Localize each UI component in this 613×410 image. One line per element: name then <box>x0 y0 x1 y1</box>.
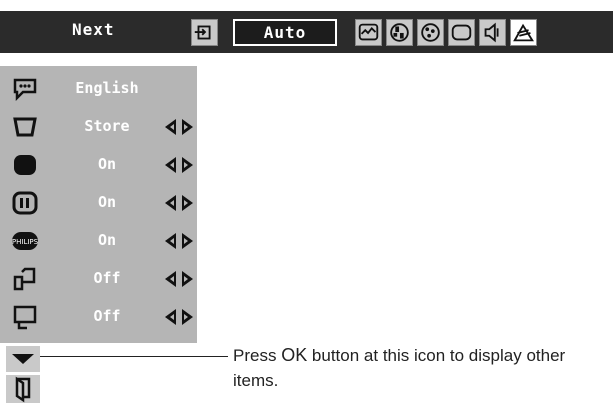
door-button[interactable] <box>6 375 40 403</box>
callout-text: Press OK button at this icon to display … <box>233 343 611 393</box>
sound-icon[interactable] <box>479 19 506 46</box>
left-right-arrow-icon[interactable] <box>164 118 194 136</box>
menu-row-ceiling[interactable]: Off <box>0 260 197 298</box>
keystone-value: Store <box>84 117 130 135</box>
left-right-arrow-icon[interactable] <box>164 194 194 212</box>
blue-back-icon <box>11 152 39 178</box>
callout-ok-key: OK <box>281 345 308 365</box>
left-right-arrow-icon[interactable] <box>164 270 194 288</box>
color-icon[interactable] <box>386 19 413 46</box>
left-right-arrow-icon[interactable] <box>164 308 194 326</box>
menu-row-rear[interactable]: Off <box>0 298 197 336</box>
down-triangle-icon <box>12 354 34 364</box>
callout-leader-line <box>40 356 228 357</box>
keystone-icon <box>11 114 39 140</box>
display-value: On <box>97 193 117 211</box>
setting-menu-panel: English Store On On PHILIPS On Off Off <box>0 66 197 343</box>
language-icon <box>11 76 39 102</box>
menu-row-logo[interactable]: PHILIPS On <box>0 222 197 260</box>
blue-back-value: On <box>97 155 117 173</box>
image-adjust-icon[interactable] <box>355 19 382 46</box>
ceiling-value: Off <box>93 269 121 287</box>
rear-icon <box>11 304 39 330</box>
enter-icon[interactable] <box>191 19 218 46</box>
screen-size-icon[interactable] <box>417 19 444 46</box>
menu-row-language[interactable]: English <box>0 70 197 108</box>
logo-value: On <box>97 231 117 249</box>
left-right-arrow-icon[interactable] <box>164 232 194 250</box>
logo-icon: PHILIPS <box>11 228 39 254</box>
left-right-arrow-icon[interactable] <box>164 156 194 174</box>
scroll-down-button[interactable] <box>6 346 40 372</box>
next-label[interactable]: Next <box>72 20 115 39</box>
language-value: English <box>75 79 139 97</box>
callout-text-before: Press <box>233 346 282 365</box>
svg-text:PHILIPS: PHILIPS <box>12 238 39 246</box>
rear-value: Off <box>93 307 121 325</box>
setting-icon[interactable] <box>510 19 537 46</box>
screen-icon[interactable] <box>448 19 475 46</box>
auto-button[interactable]: Auto <box>233 19 337 46</box>
menu-row-blue-back[interactable]: On <box>0 146 197 184</box>
door-icon <box>15 376 31 403</box>
menu-row-keystone[interactable]: Store <box>0 108 197 146</box>
display-icon <box>11 190 39 216</box>
ceiling-icon <box>11 266 39 292</box>
menu-row-display[interactable]: On <box>0 184 197 222</box>
